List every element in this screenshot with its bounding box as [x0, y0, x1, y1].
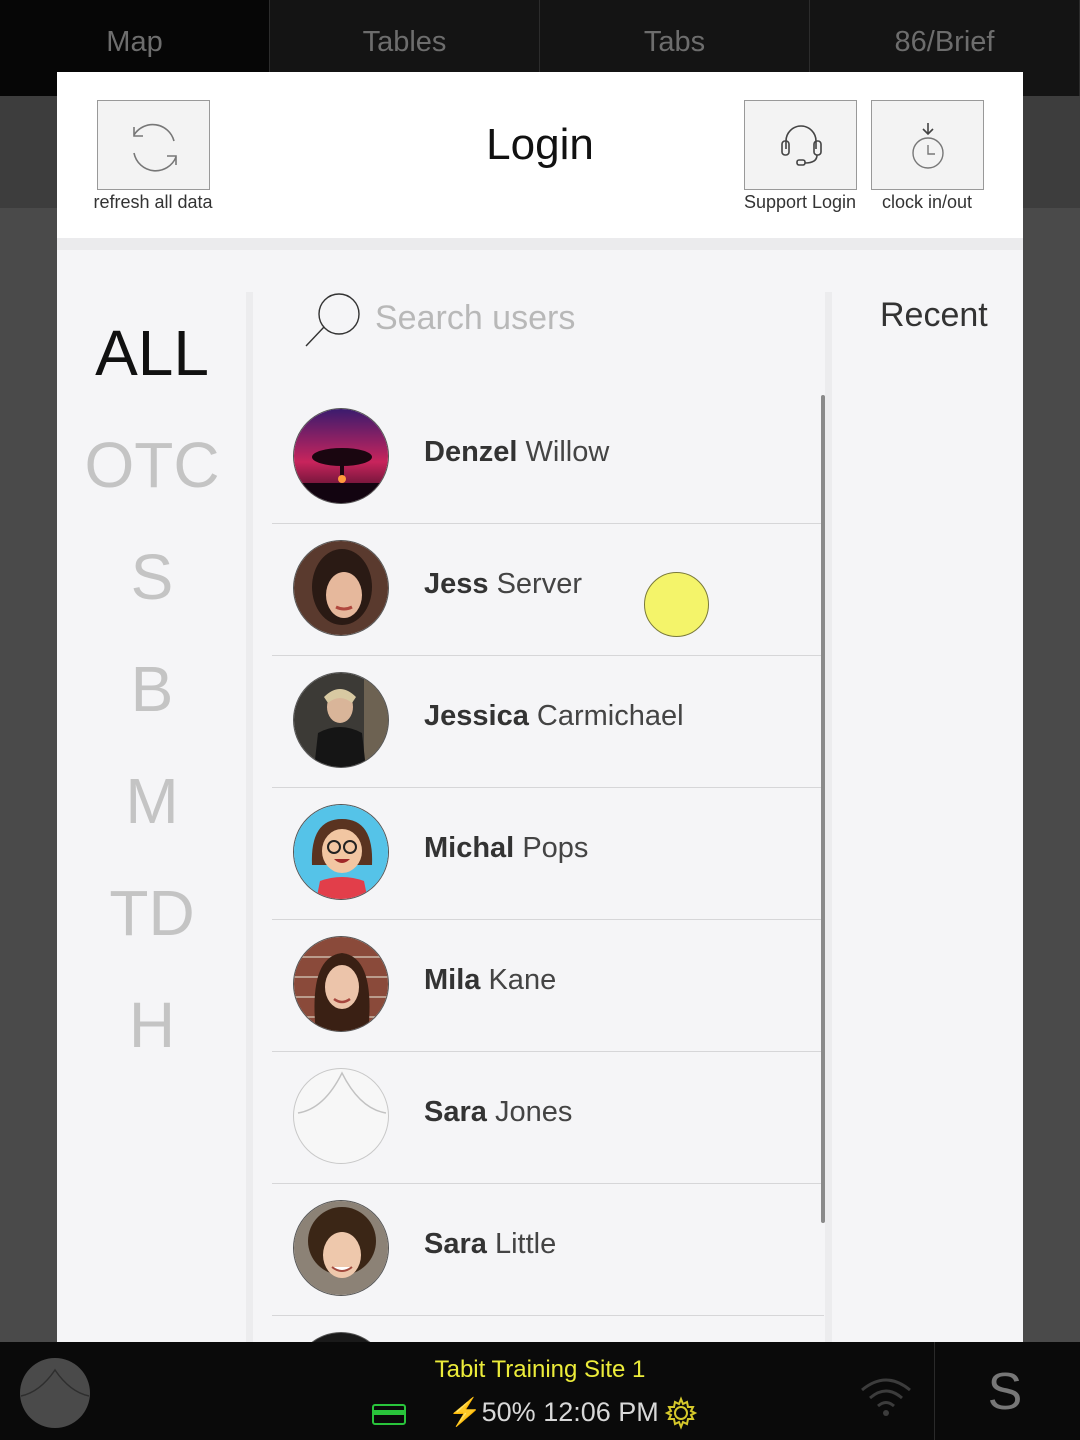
user-name: Jessica Carmichael: [424, 700, 684, 732]
refresh-label: refresh all data: [93, 192, 213, 212]
support-login-button[interactable]: [744, 100, 857, 190]
user-initial-button[interactable]: S: [960, 1362, 1050, 1422]
filter-all[interactable]: ALL: [57, 316, 247, 390]
avatar: [293, 1332, 389, 1342]
search-bar[interactable]: [303, 290, 823, 370]
gear-icon[interactable]: [664, 1396, 698, 1430]
user-row-jess-server[interactable]: Jess Server: [272, 524, 824, 656]
search-input[interactable]: [375, 294, 795, 342]
user-name: Sara Jones: [424, 1096, 573, 1128]
filter-s[interactable]: S: [57, 540, 247, 614]
bottom-status-bar: Tabit Training Site 1 ⚡50% 12:06 PM S: [0, 1342, 1080, 1440]
avatar: [293, 804, 389, 900]
user-list-scrollbar[interactable]: [821, 395, 825, 1223]
filter-b[interactable]: B: [57, 652, 247, 726]
bottom-bar-divider: [934, 1342, 935, 1440]
user-name: Denzel Willow: [424, 436, 610, 468]
site-name: Tabit Training Site 1: [434, 1356, 646, 1383]
recent-header: Recent: [880, 296, 988, 334]
user-row-mila-kane[interactable]: Mila Kane: [272, 920, 824, 1052]
user-name: Michal Pops: [424, 832, 589, 864]
battery-level: ⚡50%: [448, 1397, 536, 1427]
wifi-icon: [861, 1378, 911, 1416]
avatar: [293, 936, 389, 1032]
default-avatar-icon: [293, 1068, 389, 1164]
user-row-michal-pops[interactable]: Michal Pops: [272, 788, 824, 920]
avatar: [293, 1200, 389, 1296]
search-icon: [305, 293, 360, 347]
background-panel-left: [0, 96, 57, 208]
header-divider: [57, 238, 1023, 250]
column-divider-left: [246, 292, 253, 1342]
filter-h[interactable]: H: [57, 988, 247, 1062]
user-name: Mila Kane: [424, 964, 557, 996]
login-modal: refresh all data Login Support Login clo…: [57, 72, 1023, 1342]
clock-in-out-button[interactable]: [871, 100, 984, 190]
avatar: [293, 540, 389, 636]
user-row-denzel-willow[interactable]: Denzel Willow: [272, 392, 824, 524]
credit-card-icon: [372, 1404, 406, 1425]
user-avatar-icon[interactable]: [18, 1356, 92, 1430]
user-row-sara-little[interactable]: Sara Little: [272, 1184, 824, 1316]
touch-indicator: [644, 572, 709, 637]
battery-time-readout: ⚡50% 12:06 PM: [448, 1396, 659, 1428]
filter-otc[interactable]: OTC: [57, 428, 247, 502]
user-row-sara-jones[interactable]: Sara Jones: [272, 1052, 824, 1184]
column-divider-right: [825, 292, 832, 1342]
user-row-partial[interactable]: [272, 1316, 824, 1342]
user-name: Sara Little: [424, 1228, 557, 1260]
headset-icon: [781, 125, 822, 166]
user-name: Jess Server: [424, 568, 582, 600]
avatar: [293, 672, 389, 768]
user-row-jessica-carmichael[interactable]: Jessica Carmichael: [272, 656, 824, 788]
clock-icon: [912, 123, 944, 169]
clock-in-out-label: clock in/out: [881, 192, 973, 212]
modal-header: refresh all data Login Support Login clo…: [57, 72, 1023, 238]
filter-m[interactable]: M: [57, 764, 247, 838]
filter-td[interactable]: TD: [57, 876, 247, 950]
background-panel-right: [1023, 96, 1080, 208]
support-login-label: Support Login: [743, 192, 857, 212]
clock-time: 12:06 PM: [543, 1397, 659, 1427]
avatar: [293, 408, 389, 504]
